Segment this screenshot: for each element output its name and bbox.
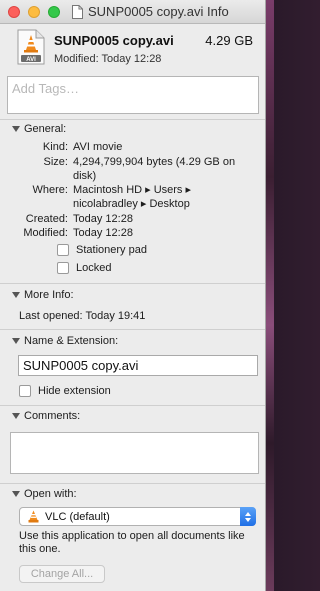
divider <box>0 483 265 484</box>
change-all-button[interactable]: Change All... <box>19 565 105 583</box>
more-info-header: More Info: <box>24 289 74 301</box>
file-name-input[interactable]: SUNP0005 copy.avi <box>18 355 258 376</box>
svg-text:AVI: AVI <box>26 57 36 63</box>
locked-label: Locked <box>76 262 112 274</box>
size-value-line2: disk) <box>73 170 97 182</box>
locked-checkbox[interactable]: Locked <box>57 262 111 274</box>
where-value-line1: Macintosh HD ▸ Users ▸ <box>73 184 192 196</box>
window-title-group: SUNP0005 copy.avi Info <box>72 4 229 19</box>
divider <box>0 405 265 406</box>
select-stepper-icon[interactable] <box>240 507 256 526</box>
open-with-selected: VLC (default) <box>45 510 110 523</box>
created-row: Created: Today 12:28 <box>0 213 265 226</box>
open-with-note: Use this application to open all documen… <box>19 530 245 555</box>
disclosure-triangle-icon <box>12 292 20 298</box>
zoom-window-button[interactable] <box>48 6 60 18</box>
last-opened-text: Last opened: Today 19:41 <box>19 310 146 322</box>
more-info-section-toggle[interactable]: More Info: <box>12 289 74 301</box>
comments-header: Comments: <box>24 410 81 422</box>
checkbox-box[interactable] <box>19 385 31 397</box>
tags-placeholder: Add Tags… <box>12 81 79 96</box>
document-icon <box>72 4 83 19</box>
where-label: Where: <box>32 184 68 196</box>
desktop-background <box>266 0 274 591</box>
disclosure-triangle-icon <box>12 413 20 419</box>
size-label: Size: <box>43 156 68 168</box>
where-row: Where: Macintosh HD ▸ Users ▸ nicolabrad… <box>0 184 265 210</box>
where-value-line2: nicolabradley ▸ Desktop <box>73 198 190 210</box>
file-name: SUNP0005 copy.avi <box>54 33 174 48</box>
title-bar[interactable]: SUNP0005 copy.avi Info <box>0 0 265 24</box>
hide-extension-label: Hide extension <box>38 385 111 397</box>
created-value: Today 12:28 <box>73 213 133 225</box>
kind-label: Kind: <box>42 141 68 153</box>
file-modified-summary: Modified: Today 12:28 <box>54 53 162 65</box>
info-window: SUNP0005 copy.avi Info AVI SUNP0005 copy… <box>0 0 266 591</box>
modified-value: Today 12:28 <box>73 227 133 239</box>
minimize-window-button[interactable] <box>28 6 40 18</box>
open-with-section-toggle[interactable]: Open with: <box>12 488 77 500</box>
created-label: Created: <box>25 213 68 225</box>
comments-section-toggle[interactable]: Comments: <box>12 410 80 422</box>
avi-file-icon: AVI <box>17 29 45 65</box>
kind-value: AVI movie <box>73 141 123 153</box>
divider <box>0 283 265 284</box>
window-title: SUNP0005 copy.avi Info <box>88 4 229 19</box>
general-header: General: <box>24 123 67 135</box>
modified-row: Modified: Today 12:28 <box>0 227 265 240</box>
file-header: AVI SUNP0005 copy.avi 4.29 GB Modified: … <box>0 24 265 70</box>
checkbox-box[interactable] <box>57 244 69 256</box>
kind-row: Kind: AVI movie <box>0 141 265 154</box>
modified-label: Modified: <box>23 227 68 239</box>
close-window-button[interactable] <box>8 6 20 18</box>
comments-textarea[interactable] <box>10 432 259 474</box>
tags-field[interactable]: Add Tags… <box>7 76 259 114</box>
disclosure-triangle-icon <box>12 338 20 344</box>
open-with-header: Open with: <box>24 488 77 500</box>
vlc-icon <box>28 510 39 523</box>
stationery-pad-checkbox[interactable]: Stationery pad <box>57 244 147 256</box>
stationery-pad-label: Stationery pad <box>76 244 147 256</box>
divider <box>0 119 265 120</box>
divider <box>0 329 265 330</box>
disclosure-triangle-icon <box>12 126 20 132</box>
hide-extension-checkbox[interactable]: Hide extension <box>19 385 111 397</box>
size-row: Size: 4,294,799,904 bytes (4.29 GB on di… <box>0 156 265 182</box>
disclosure-triangle-icon <box>12 491 20 497</box>
size-value-line1: 4,294,799,904 bytes (4.29 GB on <box>73 156 236 168</box>
name-extension-section-toggle[interactable]: Name & Extension: <box>12 335 118 347</box>
general-section-toggle[interactable]: General: <box>12 123 66 135</box>
open-with-select[interactable]: VLC (default) <box>19 507 256 526</box>
checkbox-box[interactable] <box>57 262 69 274</box>
file-size: 4.29 GB <box>205 33 253 48</box>
name-extension-header: Name & Extension: <box>24 335 119 347</box>
